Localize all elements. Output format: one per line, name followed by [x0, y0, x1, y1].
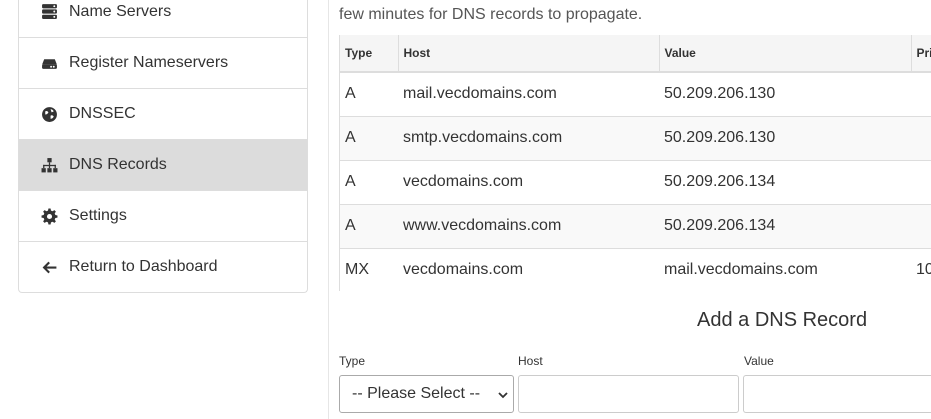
sidebar-item-return-to-dashboard[interactable]: Return to Dashboard [19, 241, 307, 292]
host-label: Host [518, 354, 543, 368]
cell-priority [911, 71, 931, 116]
cell-value: 50.209.206.134 [659, 159, 911, 204]
column-header-priority[interactable]: Pri [911, 35, 931, 73]
host-input[interactable] [518, 375, 739, 413]
cell-priority [911, 115, 931, 160]
sidebar-item-dnssec[interactable]: DNSSEC [19, 88, 307, 139]
cell-host: smtp.vecdomains.com [398, 115, 659, 160]
add-dns-record-heading: Add a DNS Record [697, 309, 868, 331]
cell-type: A [340, 159, 398, 204]
hdd-icon [40, 54, 58, 72]
table-row: A smtp.vecdomains.com 50.209.206.130 [340, 115, 931, 160]
cell-host: mail.vecdomains.com [398, 71, 659, 116]
cell-host: vecdomains.com [398, 247, 659, 291]
cell-value: mail.vecdomains.com [659, 247, 911, 291]
cell-host: vecdomains.com [398, 159, 659, 204]
cell-type: MX [340, 247, 398, 291]
cell-type: A [340, 71, 398, 116]
sidebar-nav: Name Servers Register Nameservers DNSSEC… [18, 0, 308, 293]
cell-type: A [340, 115, 398, 160]
server-icon [40, 3, 58, 21]
content-divider [328, 0, 329, 419]
chevron-down-icon [497, 388, 509, 400]
record-type-select[interactable]: -- Please Select -- [339, 375, 514, 413]
cell-priority [911, 203, 931, 248]
dns-records-table: Type Host Value Pri A mail.vecdomains.co… [339, 35, 931, 291]
column-header-value[interactable]: Value [659, 35, 912, 73]
sidebar-item-label: Return to Dashboard [69, 258, 218, 275]
sitemap-icon [40, 156, 58, 174]
value-input[interactable] [743, 375, 931, 413]
table-header-row: Type Host Value Pri [340, 35, 931, 73]
table-row: A www.vecdomains.com 50.209.206.134 [340, 203, 931, 248]
value-label: Value [744, 354, 774, 368]
globe-icon [40, 105, 58, 123]
cell-value: 50.209.206.134 [659, 203, 911, 248]
table-row: A vecdomains.com 50.209.206.134 [340, 159, 931, 204]
table-row: MX vecdomains.com mail.vecdomains.com 10 [340, 247, 931, 291]
column-header-type[interactable]: Type [340, 35, 399, 73]
table-row: A mail.vecdomains.com 50.209.206.130 [340, 71, 931, 116]
sidebar-item-label: Name Servers [69, 2, 172, 20]
sidebar-item-register-nameservers[interactable]: Register Nameservers [19, 37, 307, 88]
cell-type: A [340, 203, 398, 248]
sidebar-item-label: Register Nameservers [69, 54, 229, 71]
type-label: Type [339, 354, 366, 368]
sidebar-item-name-servers[interactable]: Name Servers [19, 0, 307, 37]
sidebar-item-label: DNSSEC [69, 105, 136, 122]
cell-priority [911, 159, 931, 204]
column-header-host[interactable]: Host [398, 35, 660, 73]
sidebar-item-dns-records[interactable]: DNS Records [19, 139, 307, 190]
cell-value: 50.209.206.130 [659, 71, 911, 116]
gear-icon [40, 207, 58, 225]
cell-priority: 10 [911, 247, 931, 291]
sidebar-item-label: Settings [69, 207, 127, 224]
intro-text: few minutes for DNS records to propagate… [339, 6, 643, 23]
cell-value: 50.209.206.130 [659, 115, 911, 160]
cell-host: www.vecdomains.com [398, 203, 659, 248]
arrow-left-icon [40, 258, 58, 276]
record-type-selected: -- Please Select -- [352, 385, 481, 402]
sidebar-item-settings[interactable]: Settings [19, 190, 307, 241]
sidebar-item-label: DNS Records [69, 156, 167, 173]
